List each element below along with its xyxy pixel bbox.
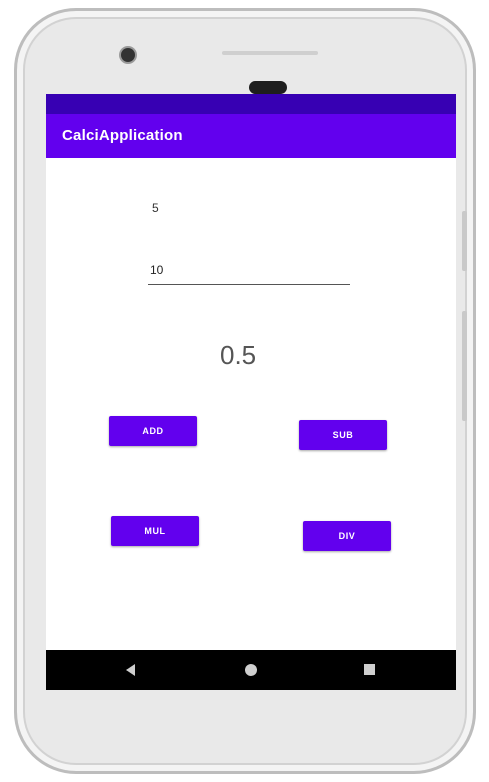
- status-bar: [46, 94, 456, 114]
- div-button[interactable]: DIV: [303, 521, 391, 551]
- back-icon[interactable]: [126, 664, 135, 676]
- volume-button: [462, 211, 467, 271]
- recents-icon[interactable]: [364, 664, 375, 675]
- speaker-icon: [249, 81, 287, 94]
- first-number-field[interactable]: 5: [152, 201, 159, 215]
- app-title: CalciApplication: [62, 127, 183, 144]
- front-camera-icon: [121, 48, 135, 62]
- app-bar: CalciApplication: [46, 114, 456, 158]
- sub-button[interactable]: SUB: [299, 420, 387, 450]
- second-number-field[interactable]: 10: [148, 260, 350, 285]
- navigation-bar: [46, 650, 456, 690]
- second-number-value: 10: [150, 263, 164, 277]
- power-button: [462, 311, 467, 421]
- earpiece-grille: [222, 51, 318, 55]
- mul-button[interactable]: MUL: [111, 516, 199, 546]
- add-button[interactable]: ADD: [109, 416, 197, 446]
- result-text: 0.5: [220, 340, 257, 370]
- home-icon[interactable]: [245, 664, 257, 676]
- phone-screen: CalciApplication 5 10 0.5 ADD SUB MUL DI…: [46, 94, 456, 690]
